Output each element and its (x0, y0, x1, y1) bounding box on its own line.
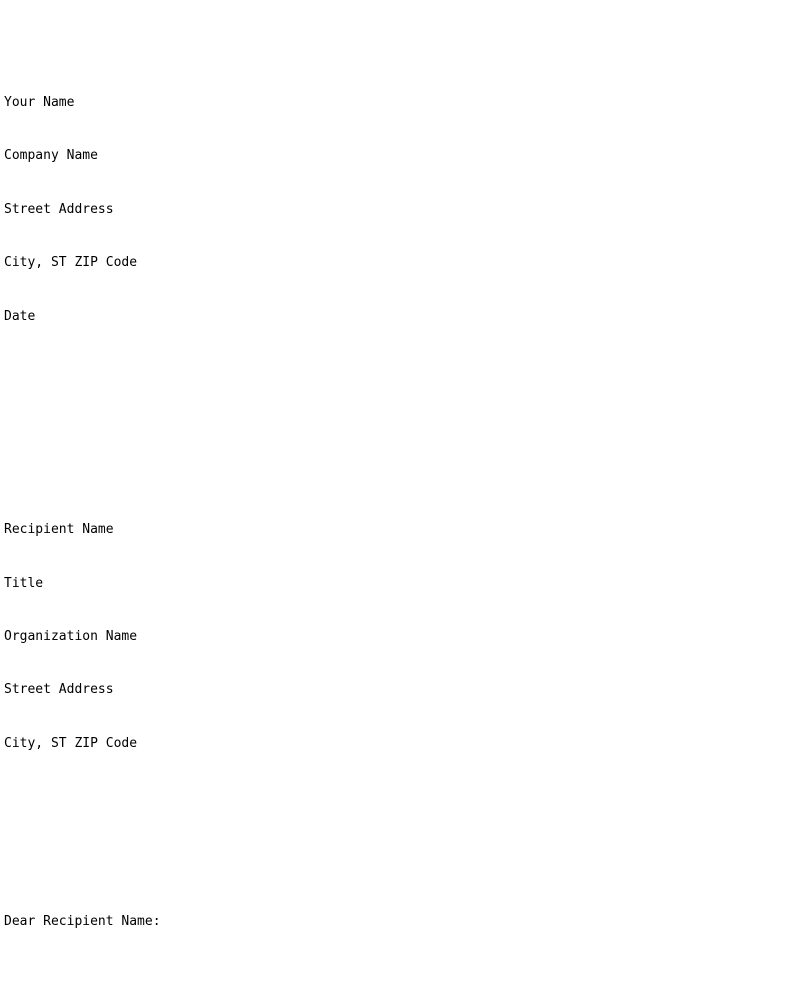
sender-city-state-zip: City, ST ZIP Code (4, 255, 138, 271)
blank-line-1 (4, 414, 801, 432)
sender-name: Your Name (4, 94, 75, 110)
letter-date: Date (4, 308, 36, 324)
recipient-name: Recipient Name (4, 522, 114, 538)
recipient-city-state-zip: City, ST ZIP Code (4, 735, 138, 751)
salutation: Dear Recipient Name: (4, 913, 161, 929)
sender-address-block: Your Name Company Name Street Address Ci… (4, 58, 801, 361)
recipient-address-block: Recipient Name Title Organization Name S… (4, 486, 801, 789)
recipient-street: Street Address (4, 682, 114, 698)
letter-page: Your Name Company Name Street Address Ci… (0, 0, 801, 929)
letter-body: Your Name Company Name Street Address Ci… (4, 5, 801, 1000)
sender-company: Company Name (4, 148, 98, 164)
recipient-organization: Organization Name (4, 628, 138, 644)
recipient-title: Title (4, 575, 44, 591)
blank-line-3 (4, 984, 801, 1000)
sender-street: Street Address (4, 201, 114, 217)
blank-line-2 (4, 841, 801, 859)
